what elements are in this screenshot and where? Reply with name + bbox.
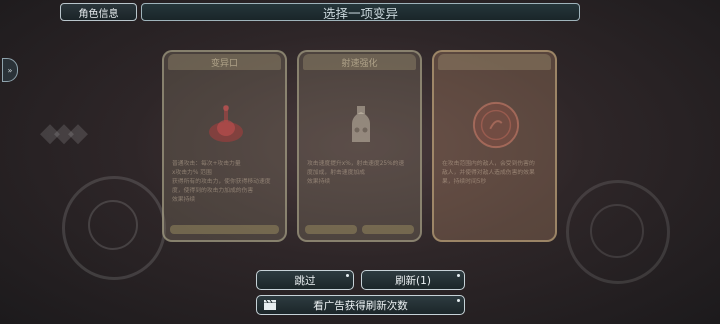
double-chevron-right-icon: » (7, 65, 13, 75)
card-title (438, 54, 551, 70)
mutation-card-1[interactable]: 变异口 普通攻击：每次+攻击力量 x攻击力% 范围 获得所有的攻击力，使你获得移… (162, 50, 287, 242)
dpad-icon: ◆◆◆ (40, 118, 88, 148)
skip-label: 跳过 (294, 274, 316, 287)
skip-button[interactable]: 跳过 (256, 270, 354, 290)
mutation-card-3[interactable]: 在攻击范围内的敌人，会受到伤害的 敌人，并使得对敌人造成伤害的效果 果，持续时间… (432, 50, 557, 242)
corner-dot (457, 274, 460, 277)
card-line: 度加成，射击速度加成 (307, 170, 365, 176)
card-description: 在攻击范围内的敌人，会受到伤害的 敌人，并使得对敌人造成伤害的效果 果，持续时间… (442, 160, 547, 187)
right-joystick-knob[interactable] (590, 204, 644, 258)
card-line: 普通攻击：每次+攻击力量 (172, 161, 241, 167)
corner-dot (457, 299, 460, 302)
left-joystick-knob[interactable] (88, 200, 138, 250)
card-line: x攻击力% 范围 (172, 170, 212, 176)
card-description: 攻击速度提升x%，射击速度25%的速 度加成，射击速度加成 效果持续 (307, 160, 412, 187)
card-line: 果，持续时间5秒 (442, 179, 487, 185)
card-select-bar-left[interactable] (305, 225, 357, 234)
card-select-bar[interactable] (170, 225, 279, 234)
card-line: 效果持续 (307, 179, 331, 185)
mutation-card-2[interactable]: 射速强化 攻击速度提升x%，射击速度25%的速 度加成，射击速度加成 效果持续 (297, 50, 422, 242)
refresh-button[interactable]: 刷新(1) (361, 270, 465, 290)
card-line: 在攻击范围内的敌人，会受到伤害的 (442, 161, 535, 167)
page-title: 选择一项变异 (141, 3, 580, 21)
card-line: 攻击速度提升x%，射击速度25%的速 (307, 161, 405, 167)
side-tab-button[interactable]: » (2, 58, 18, 82)
page-title-text: 选择一项变异 (322, 5, 398, 21)
role-info-button[interactable]: 角色信息 (60, 3, 137, 21)
card-line: 敌人，并使得对敌人造成伤害的效果 (442, 170, 535, 176)
mutation-circle-icon (471, 100, 521, 150)
card-title-text: 射速强化 (341, 58, 378, 69)
card-title-text: 变异口 (210, 58, 238, 69)
corner-dot (346, 274, 349, 277)
refresh-label: 刷新(1) (395, 274, 431, 287)
card-line: 获得所有的攻击力，使你获得移动速度 (172, 179, 271, 185)
card-line: 度，使得到的攻击力加成的伤害 (172, 188, 254, 194)
card-description: 普通攻击：每次+攻击力量 x攻击力% 范围 获得所有的攻击力，使你获得移动速度 … (172, 160, 277, 205)
video-clapper-icon (264, 300, 276, 310)
role-info-label: 角色信息 (78, 8, 119, 20)
card-line: 效果持续 (172, 197, 196, 203)
watch-ad-label: 看广告获得刷新次数 (313, 299, 408, 312)
mutation-bottle-icon (336, 100, 386, 150)
card-title: 变异口 (168, 54, 281, 70)
watch-ad-button[interactable]: 看广告获得刷新次数 (256, 295, 465, 315)
card-title: 射速强化 (303, 54, 416, 70)
left-joystick-ring[interactable] (62, 176, 166, 280)
card-select-bar-right[interactable] (362, 225, 414, 234)
mutation-mouth-icon (201, 100, 251, 150)
right-joystick-ring[interactable] (566, 180, 670, 284)
